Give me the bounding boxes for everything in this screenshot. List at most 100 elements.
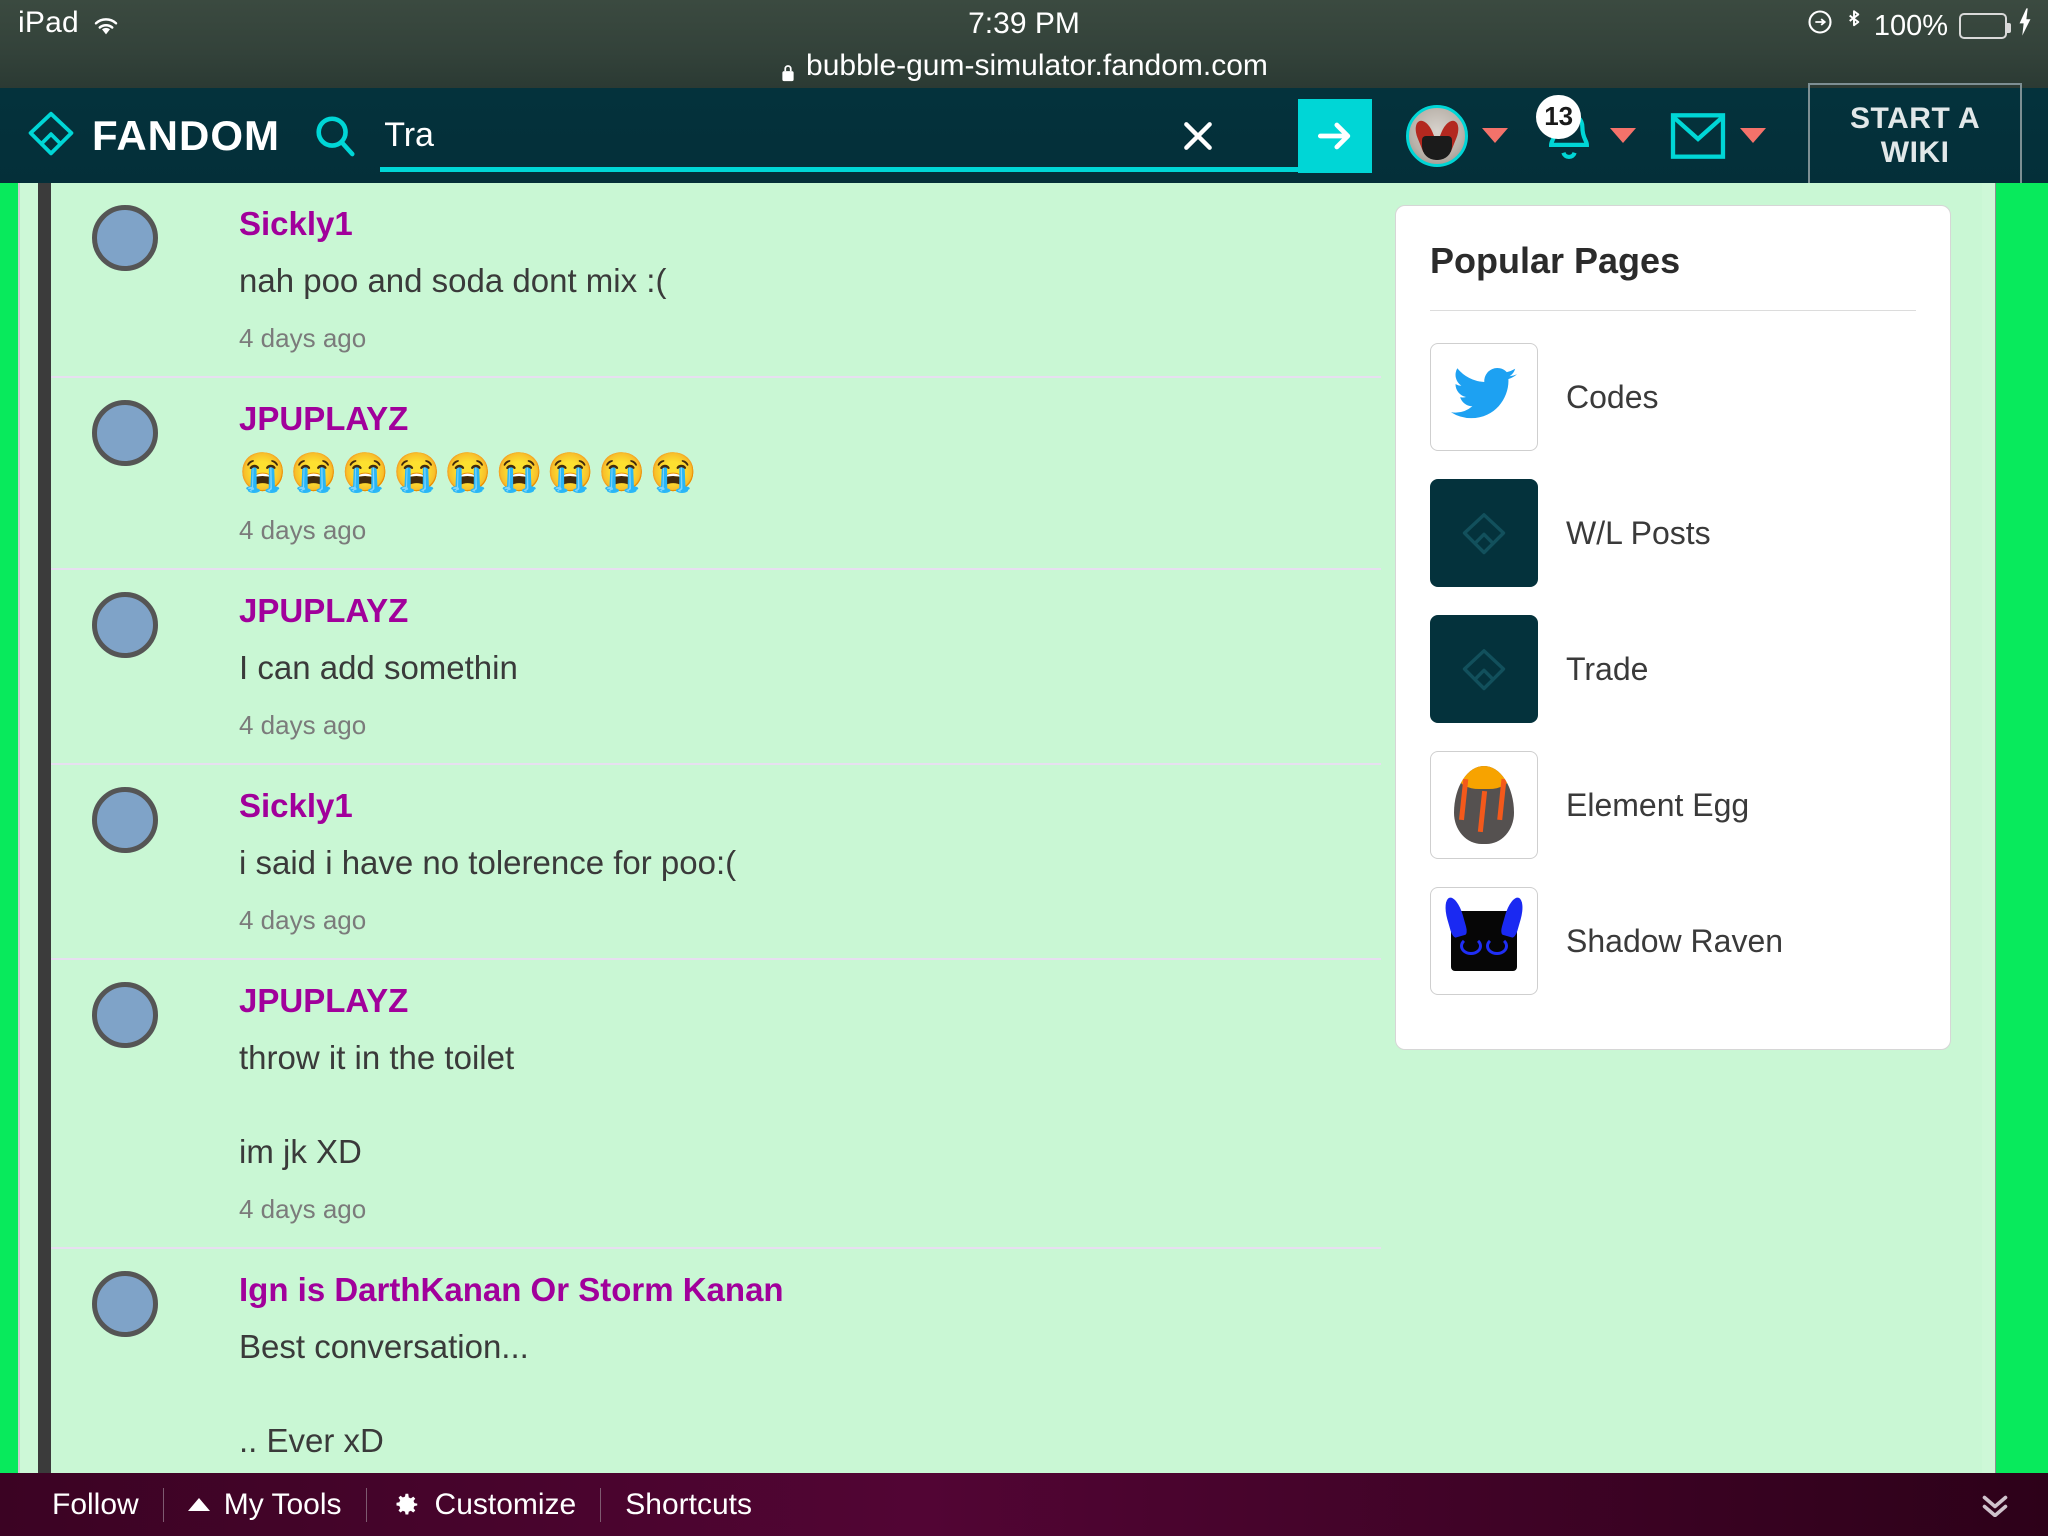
puppy-avatar-icon[interactable] — [92, 1271, 158, 1337]
search-icon — [312, 113, 358, 159]
shortcuts-label: Shortcuts — [625, 1487, 752, 1521]
caret-down-icon[interactable] — [1610, 128, 1637, 143]
search-input[interactable] — [380, 107, 1277, 164]
popular-page-label: W/L Posts — [1566, 514, 1711, 551]
comment-item: JPUPLAYZ throw it in the toilet im jk XD… — [51, 960, 1381, 1249]
wiki-bottom-toolbar: Follow My Tools Customize Shortcuts — [0, 1473, 2048, 1536]
comment-item: JPUPLAYZ 😭😭😭😭😭😭😭😭😭 4 days ago — [51, 378, 1381, 570]
comment-text: I can add somethin — [239, 649, 518, 687]
fandom-logo-icon — [24, 109, 78, 162]
comment-timestamp: 4 days ago — [239, 514, 367, 545]
search-underline — [380, 166, 1317, 172]
element-egg-icon — [1430, 751, 1538, 859]
padlock-icon — [780, 57, 796, 82]
left-pale-strip — [18, 183, 38, 1473]
twitter-bird-icon — [1430, 343, 1538, 451]
close-x-icon[interactable] — [1178, 116, 1218, 156]
screen: iPad 7:39 PM 100% bubble-gum-simulator.f… — [0, 0, 2048, 1536]
divider — [1430, 310, 1916, 311]
earth-avatar-icon[interactable] — [92, 205, 158, 271]
address-bar-url: bubble-gum-simulator.fandom.com — [806, 49, 1268, 82]
my-tools-button[interactable]: My Tools — [164, 1488, 366, 1522]
search-field-wrap — [380, 100, 1317, 172]
popular-pages-title: Popular Pages — [1430, 240, 1681, 281]
comment-item: JPUPLAYZ I can add somethin 4 days ago — [51, 570, 1381, 766]
lightning-bolt-icon — [2018, 7, 2032, 45]
comment-text: throw it in the toilet im jk XD — [239, 1039, 515, 1171]
follow-button[interactable]: Follow — [0, 1488, 163, 1522]
comment-timestamp: 4 days ago — [239, 905, 367, 936]
popular-pages-card: Popular Pages Codes W/L Posts Trade Elem… — [1395, 205, 1951, 1050]
popular-page-row[interactable]: Element Egg — [1430, 737, 1916, 873]
browser-address-bar[interactable]: bubble-gum-simulator.fandom.com — [0, 44, 2048, 88]
earth-avatar-icon[interactable] — [92, 787, 158, 854]
page-content: Sickly1 nah poo and soda dont mix :( 4 d… — [51, 183, 1981, 1536]
right-green-rail — [1996, 183, 2048, 1473]
dog-avatar-icon[interactable] — [92, 591, 158, 658]
left-green-rail — [0, 183, 18, 1473]
caret-down-icon[interactable] — [1482, 128, 1509, 143]
user-menu[interactable] — [1406, 104, 1509, 167]
global-search — [312, 88, 1373, 183]
customize-label: Customize — [434, 1487, 577, 1521]
status-bar-clock: 7:39 PM — [968, 7, 1080, 40]
gear-icon — [391, 1490, 421, 1520]
fandom-placeholder-icon — [1430, 615, 1538, 723]
comment-timestamp: 4 days ago — [239, 1194, 367, 1224]
double-chevron-down-icon[interactable] — [1980, 1493, 2010, 1517]
comment-author[interactable]: Sickly1 — [239, 785, 353, 826]
bluetooth-icon — [1845, 8, 1863, 44]
comment-author[interactable]: JPUPLAYZ — [239, 980, 408, 1021]
shadow-raven-icon — [1430, 887, 1538, 995]
comment-thread: Sickly1 nah poo and soda dont mix :( 4 d… — [51, 183, 1381, 1536]
bell-icon[interactable]: 13 — [1536, 94, 1596, 167]
fandom-placeholder-icon — [1430, 479, 1538, 587]
right-pale-strip — [1982, 183, 1996, 1473]
start-a-wiki-button[interactable]: START A WIKI — [1808, 82, 2022, 189]
comment-emoji: 😭😭😭😭😭😭😭😭😭 — [239, 452, 701, 495]
popular-page-label: Element Egg — [1566, 786, 1750, 823]
dog-avatar-icon[interactable] — [92, 982, 158, 1049]
fandom-wordmark: FANDOM — [92, 111, 280, 159]
comment-timestamp: 4 days ago — [239, 323, 367, 354]
comment-author[interactable]: JPUPLAYZ — [239, 398, 408, 439]
search-submit-button[interactable] — [1298, 98, 1373, 173]
rotation-lock-icon — [1806, 8, 1834, 44]
shortcuts-button[interactable]: Shortcuts — [601, 1488, 776, 1522]
popular-page-row[interactable]: Shadow Raven — [1430, 873, 1916, 1009]
battery-percent-label: 100% — [1873, 9, 1948, 42]
status-bar-right: 100% — [1806, 7, 2032, 45]
wiki-page-body: Sickly1 nah poo and soda dont mix :( 4 d… — [0, 183, 2048, 1536]
envelope-icon[interactable] — [1670, 112, 1726, 160]
dog-avatar-icon[interactable] — [92, 400, 158, 467]
fandom-logo-link[interactable]: FANDOM — [24, 109, 292, 162]
user-avatar-icon[interactable] — [1406, 104, 1469, 167]
comment-text: Best conversation... .. Ever xD — [239, 1328, 529, 1459]
comment-item: Sickly1 nah poo and soda dont mix :( 4 d… — [51, 183, 1381, 379]
popular-page-row[interactable]: Trade — [1430, 601, 1916, 737]
my-tools-label: My Tools — [223, 1487, 342, 1521]
page-scrollbar[interactable] — [38, 183, 51, 1473]
comment-author[interactable]: Ign is DarthKanan Or Storm Kanan — [239, 1269, 784, 1310]
messages-menu[interactable] — [1670, 112, 1767, 160]
comment-timestamp: 4 days ago — [239, 710, 367, 741]
popular-page-label: Shadow Raven — [1566, 922, 1784, 959]
fandom-header: FANDOM Tra 13 START A WIKI — [0, 82, 2048, 189]
comment-author[interactable]: JPUPLAYZ — [239, 590, 408, 631]
popular-page-row[interactable]: Codes — [1430, 329, 1916, 465]
notifications-menu[interactable]: 13 — [1536, 94, 1637, 167]
notification-count-badge: 13 — [1536, 94, 1582, 139]
caret-down-icon[interactable] — [1740, 128, 1767, 143]
caret-up-icon — [187, 1498, 210, 1511]
comment-item: Sickly1 i said i have no tolerence for p… — [51, 765, 1381, 961]
header-right-controls: 13 START A WIKI — [1372, 82, 2022, 189]
comment-text: i said i have no tolerence for poo:( — [239, 844, 737, 882]
popular-page-label: Trade — [1566, 650, 1649, 687]
popular-page-label: Codes — [1566, 378, 1659, 415]
battery-full-icon — [1959, 13, 2011, 39]
comment-author[interactable]: Sickly1 — [239, 203, 353, 244]
customize-button[interactable]: Customize — [367, 1488, 601, 1522]
follow-label: Follow — [52, 1487, 139, 1521]
popular-page-row[interactable]: W/L Posts — [1430, 465, 1916, 601]
comment-text: nah poo and soda dont mix :( — [239, 262, 667, 300]
